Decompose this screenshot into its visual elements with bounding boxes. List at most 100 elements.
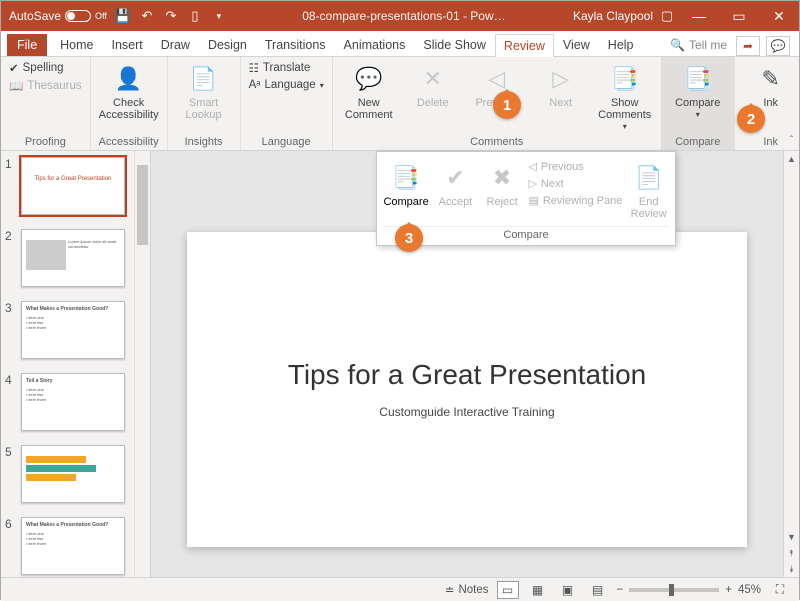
tab-insert[interactable]: Insert [103, 33, 152, 56]
ribbon-tabs: File HomeInsertDrawDesignTransitionsAnim… [1, 31, 799, 57]
group-label: Compare [675, 134, 720, 148]
new-comment-button[interactable]: 💬New Comment [341, 61, 397, 123]
tab-design[interactable]: Design [199, 33, 256, 56]
zoom-in-button[interactable]: + [725, 584, 732, 596]
scroll-up-icon[interactable]: ▲ [784, 151, 799, 167]
delete-comment-icon: ✕ [417, 63, 449, 95]
spelling-button[interactable]: ✔Spelling [9, 61, 82, 75]
group-accessibility: 👤 Check Accessibility Accessibility [91, 57, 168, 150]
tab-slide-show[interactable]: Slide Show [414, 33, 495, 56]
reject-icon: ✖ [486, 162, 518, 194]
callout-badge-1: 1 [493, 91, 521, 119]
ribbon-display-options-icon[interactable]: ▢ [659, 8, 675, 24]
group-label: Accessibility [99, 134, 159, 148]
next-icon: ▷ [528, 177, 536, 190]
thumb-preview: What Makes a Presentation Good?• item on… [21, 301, 125, 359]
chevron-down-icon: ▾ [320, 81, 324, 90]
user-name: Kayla Claypool [573, 9, 653, 23]
compare-icon: 📑 [682, 63, 714, 95]
thesaurus-icon: 📖 [9, 79, 23, 93]
thumb-preview: Tips for a Great Presentation [21, 157, 125, 215]
dd-compare-button[interactable]: 📑Compare [383, 160, 429, 210]
qat-customize-icon[interactable]: ▾ [211, 8, 227, 24]
pane-icon: ▤ [528, 194, 538, 207]
slide-thumbnail[interactable]: 5 [5, 445, 146, 503]
language-button[interactable]: AᵃLanguage▾ [249, 79, 324, 91]
comments-button[interactable]: 💬 [766, 36, 790, 56]
minimize-button[interactable]: — [679, 1, 719, 31]
slide-thumbnail[interactable]: 4Tell a Story• item one• item two• item … [5, 373, 146, 431]
slide-subtitle: Customguide Interactive Training [379, 405, 554, 419]
zoom-slider[interactable] [629, 588, 719, 592]
slide-thumbnail[interactable]: 1Tips for a Great Presentation [5, 157, 146, 215]
autosave-state: Off [95, 11, 107, 21]
tab-review[interactable]: Review [495, 34, 554, 57]
zoom-control: − + 45% [617, 584, 761, 596]
tab-help[interactable]: Help [599, 33, 643, 56]
slideshow-view-button[interactable]: ▤ [587, 581, 609, 599]
scroll-down-icon[interactable]: ▼ [784, 529, 799, 545]
group-label: Insights [185, 134, 223, 148]
dd-next-button: ▷Next [528, 177, 622, 190]
start-from-beginning-icon[interactable]: ▯ [187, 8, 203, 24]
tab-view[interactable]: View [554, 33, 599, 56]
fit-to-window-button[interactable]: ⛶ [769, 581, 791, 599]
reading-view-button[interactable]: ▣ [557, 581, 579, 599]
vertical-scrollbar[interactable]: ▲ ▼ ⯭ ⯯ [783, 151, 799, 577]
show-comments-button[interactable]: 📑Show Comments▾ [597, 61, 653, 134]
thesaurus-button[interactable]: 📖Thesaurus [9, 79, 82, 93]
autosave-toggle[interactable]: AutoSave Off [9, 9, 107, 23]
thumb-preview: What Makes a Presentation Good?• item on… [21, 517, 125, 575]
slide-thumbnail-panel: 1Tips for a Great Presentation 2Lorem ips… [1, 151, 151, 577]
slide-thumbnail[interactable]: 2Lorem ipsum dolor sit amet consectetur [5, 229, 146, 287]
tab-draw[interactable]: Draw [152, 33, 199, 56]
compare-button[interactable]: 📑Compare▾ [670, 61, 726, 122]
group-compare: 📑Compare▾ Compare [662, 57, 735, 150]
spelling-icon: ✔ [9, 61, 19, 75]
tab-transitions[interactable]: Transitions [256, 33, 335, 56]
zoom-percent[interactable]: 45% [738, 584, 761, 596]
dd-group-label: Compare [383, 226, 669, 245]
dd-previous-button: ◁Previous [528, 160, 622, 173]
save-icon[interactable]: 💾 [115, 8, 131, 24]
zoom-out-button[interactable]: − [617, 584, 624, 596]
translate-button[interactable]: ☷Translate [249, 61, 324, 75]
compare-icon: 📑 [390, 162, 422, 194]
status-bar: ≐ Notes ▭ ▦ ▣ ▤ − + 45% ⛶ [1, 577, 799, 601]
dd-reviewing-pane-button: ▤Reviewing Pane [528, 194, 622, 207]
normal-view-button[interactable]: ▭ [497, 581, 519, 599]
document-title: 08-compare-presentations-01 - Pow… [235, 9, 573, 23]
share-button[interactable]: ➦ [736, 36, 760, 56]
tab-animations[interactable]: Animations [335, 33, 415, 56]
slide-thumbnail[interactable]: 6What Makes a Presentation Good?• item o… [5, 517, 146, 575]
slide-sorter-view-button[interactable]: ▦ [527, 581, 549, 599]
next-slide-icon[interactable]: ⯯ [784, 561, 799, 577]
title-bar: AutoSave Off 💾 ↶ ↷ ▯ ▾ 08-compare-presen… [1, 1, 799, 31]
undo-icon[interactable]: ↶ [139, 8, 155, 24]
previous-icon: ◁ [528, 160, 536, 173]
file-tab[interactable]: File [7, 34, 47, 56]
slide-canvas-area: 📑Compare ✔Accept ✖Reject ◁Previous ▷Next… [151, 151, 783, 577]
chevron-down-icon: ▾ [696, 111, 700, 120]
prev-slide-icon[interactable]: ⯭ [784, 545, 799, 561]
tab-home[interactable]: Home [51, 33, 102, 56]
collapse-ribbon-icon[interactable]: ˆ [790, 135, 793, 146]
group-label: Comments [470, 134, 523, 148]
thumb-number: 4 [5, 373, 15, 431]
user-area[interactable]: Kayla Claypool ▢ [573, 8, 679, 24]
smart-lookup-button[interactable]: 📄 Smart Lookup [176, 61, 232, 123]
close-button[interactable]: ✕ [759, 1, 799, 31]
tell-me-search[interactable]: 🔍 Tell me [664, 34, 733, 56]
redo-icon[interactable]: ↷ [163, 8, 179, 24]
chevron-down-icon: ▾ [623, 123, 627, 132]
thumbnail-scrollbar[interactable] [134, 151, 150, 577]
notes-button[interactable]: ≐ Notes [445, 583, 489, 597]
show-comments-icon: 📑 [609, 63, 641, 95]
slide-thumbnail[interactable]: 3What Makes a Presentation Good?• item o… [5, 301, 146, 359]
restore-button[interactable]: ▭ [719, 1, 759, 31]
check-accessibility-button[interactable]: 👤 Check Accessibility [101, 61, 157, 123]
slide[interactable]: Tips for a Great Presentation Customguid… [187, 232, 747, 547]
autosave-label: AutoSave [9, 9, 61, 23]
dd-end-review-button: 📄End Review [628, 160, 669, 222]
workspace: 1Tips for a Great Presentation 2Lorem ips… [1, 151, 799, 577]
